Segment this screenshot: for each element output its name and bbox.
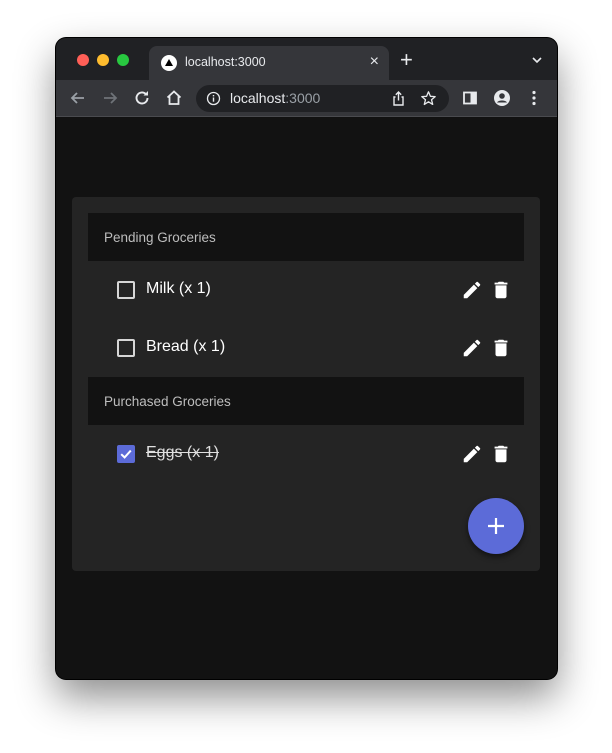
item-label: Eggs (x 1) [146, 444, 219, 461]
share-icon[interactable] [390, 90, 407, 107]
tab-search-chevron-icon[interactable] [531, 54, 543, 66]
url-host: localhost [230, 90, 286, 106]
tab-bar: localhost:3000 × + [56, 38, 557, 80]
maximize-window-button[interactable] [117, 54, 129, 66]
list-item[interactable]: Milk (x 1) [88, 261, 524, 319]
forward-icon[interactable] [100, 88, 120, 108]
tab-title: localhost:3000 [185, 55, 266, 69]
add-item-button[interactable] [468, 498, 524, 554]
item-checkbox[interactable] [117, 339, 135, 357]
back-icon[interactable] [68, 88, 88, 108]
star-icon[interactable] [420, 90, 437, 107]
delete-icon[interactable] [490, 279, 512, 301]
page-viewport: Pending Groceries Milk (x 1) Bread (x 1) [56, 118, 557, 679]
edit-icon[interactable] [461, 279, 483, 301]
section-title: Purchased Groceries [104, 394, 231, 409]
delete-icon[interactable] [490, 443, 512, 465]
item-label: Milk (x 1) [146, 280, 211, 297]
item-label: Bread (x 1) [146, 338, 226, 355]
browser-toolbar: localhost:3000 [56, 80, 557, 117]
add-icon [488, 518, 504, 534]
nextjs-favicon-icon [161, 55, 177, 71]
section-title: Pending Groceries [104, 230, 216, 245]
tab-localhost[interactable]: localhost:3000 × [149, 46, 389, 80]
item-checkbox[interactable] [117, 281, 135, 299]
grocery-list-card: Pending Groceries Milk (x 1) Bread (x 1) [72, 197, 540, 571]
url-text: localhost:3000 [230, 90, 320, 106]
profile-icon[interactable] [492, 88, 512, 108]
edit-icon[interactable] [461, 443, 483, 465]
minimize-window-button[interactable] [97, 54, 109, 66]
more-icon[interactable] [524, 88, 544, 108]
home-icon[interactable] [164, 88, 184, 108]
item-checkbox[interactable] [117, 445, 135, 463]
reload-icon[interactable] [132, 88, 152, 108]
tab-close-button[interactable]: × [370, 52, 379, 72]
browser-window: localhost:3000 × + localhost:3000 Pendin… [56, 38, 557, 679]
section-header-pending: Pending Groceries [88, 213, 524, 261]
info-icon[interactable] [206, 91, 221, 106]
new-tab-button[interactable]: + [400, 48, 413, 72]
list-item[interactable]: Eggs (x 1) [88, 425, 524, 483]
close-window-button[interactable] [77, 54, 89, 66]
url-port: :3000 [285, 90, 321, 106]
section-header-purchased: Purchased Groceries [88, 377, 524, 425]
edit-icon[interactable] [461, 337, 483, 359]
delete-icon[interactable] [490, 337, 512, 359]
list-item[interactable]: Bread (x 1) [88, 319, 524, 377]
checkmark-icon [120, 449, 132, 459]
sidebar-icon[interactable] [460, 88, 480, 108]
address-bar[interactable]: localhost:3000 [196, 85, 449, 112]
